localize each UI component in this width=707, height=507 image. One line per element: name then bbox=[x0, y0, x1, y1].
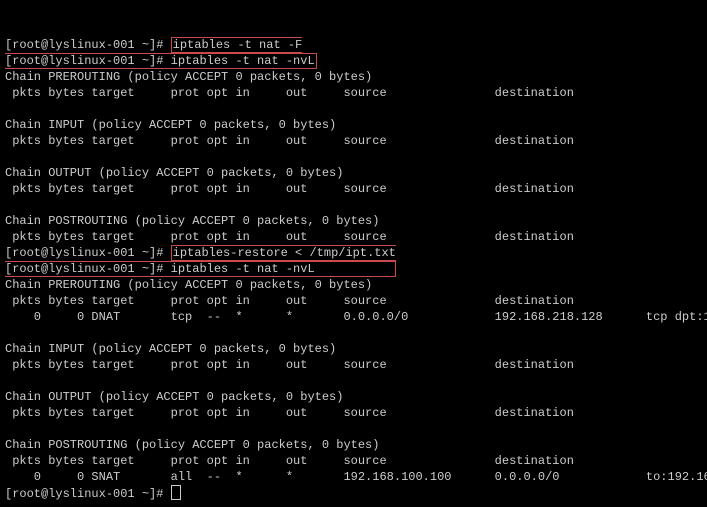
chain-header: Chain POSTROUTING (policy ACCEPT 0 packe… bbox=[5, 438, 379, 452]
column-header: pkts bytes target prot opt in out source… bbox=[5, 406, 639, 420]
chain-header: Chain OUTPUT (policy ACCEPT 0 packets, 0… bbox=[5, 166, 343, 180]
prompt: [root@lyslinux-001 ~]# bbox=[5, 262, 171, 276]
chain-header: Chain INPUT (policy ACCEPT 0 packets, 0 … bbox=[5, 118, 336, 132]
column-header: pkts bytes target prot opt in out source… bbox=[5, 358, 639, 372]
column-header: pkts bytes target prot opt in out source… bbox=[5, 86, 639, 100]
column-header: pkts bytes target prot opt in out source… bbox=[5, 182, 639, 196]
chain-header: Chain INPUT (policy ACCEPT 0 packets, 0 … bbox=[5, 342, 336, 356]
table-row: 0 0 SNAT all -- * * 192.168.100.100 0.0.… bbox=[5, 470, 707, 484]
column-header: pkts bytes target prot opt in out source… bbox=[5, 134, 639, 148]
prompt: [root@lyslinux-001 ~]# bbox=[5, 38, 171, 52]
cmd-flush: iptables -t nat -F bbox=[173, 38, 303, 52]
chain-header: Chain PREROUTING (policy ACCEPT 0 packet… bbox=[5, 70, 372, 84]
chain-header: Chain OUTPUT (policy ACCEPT 0 packets, 0… bbox=[5, 390, 343, 404]
prompt: [root@lyslinux-001 ~]# bbox=[5, 54, 171, 68]
cmd-list-1: iptables -t nat -nvL bbox=[171, 54, 315, 68]
table-row: 0 0 DNAT tcp -- * * 0.0.0.0/0 192.168.21… bbox=[5, 310, 707, 324]
cursor-icon[interactable] bbox=[171, 485, 181, 500]
column-header: pkts bytes target prot opt in out source… bbox=[5, 294, 639, 308]
column-header: pkts bytes target prot opt in out source… bbox=[5, 230, 639, 244]
cmd-restore: iptables-restore < /tmp/ipt.txt bbox=[173, 246, 396, 260]
chain-header: Chain POSTROUTING (policy ACCEPT 0 packe… bbox=[5, 214, 379, 228]
column-header: pkts bytes target prot opt in out source… bbox=[5, 454, 639, 468]
cmd-list-2: iptables -t nat -nvL bbox=[171, 262, 315, 276]
prompt: [root@lyslinux-001 ~]# bbox=[5, 246, 171, 260]
terminal-output: [root@lyslinux-001 ~]# iptables -t nat -… bbox=[5, 38, 707, 501]
chain-header: Chain PREROUTING (policy ACCEPT 0 packet… bbox=[5, 278, 372, 292]
prompt: [root@lyslinux-001 ~]# bbox=[5, 487, 171, 501]
